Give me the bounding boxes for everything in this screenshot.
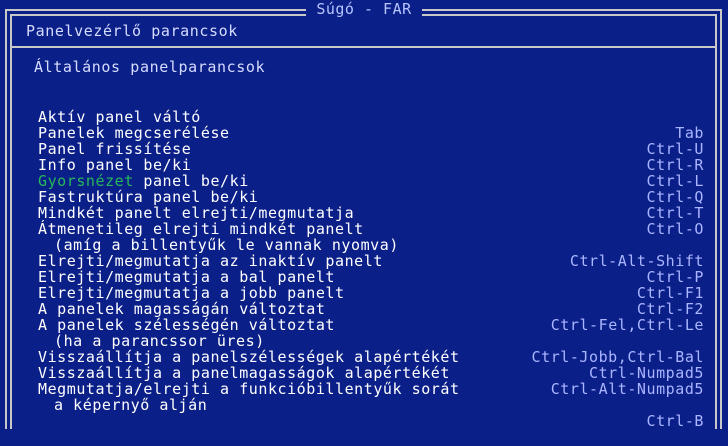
shortcut-key: Ctrl-B [646, 412, 704, 430]
shortcut-list: Aktív panel váltó Tab Panelek megcserélé… [38, 93, 704, 429]
shortcut-row: Elrejti/megmutatja a bal panelt Ctrl-F1 [38, 253, 704, 301]
shortcut-row: (ha a parancssor üres) Ctrl-Jobb,Ctrl-Ba… [38, 317, 704, 365]
shortcut-row: (amíg a billentyűk le vannak nyomva) Ctr… [38, 221, 704, 269]
shortcut-row: Panelek megcserélése Ctrl-U [38, 109, 704, 157]
window-title: Súgó - FAR [306, 0, 422, 18]
page-header: Panelvezérlő parancsok [26, 22, 238, 40]
section-title: Általános panelparancsok [34, 58, 266, 76]
shortcut-row: Elrejti/megmutatja az inaktív panelt Ctr… [38, 237, 704, 285]
shortcut-row: Elrejti/megmutatja a jobb panelt Ctrl-F2 [38, 269, 704, 317]
shortcut-row: Fastruktúra panel be/ki Ctrl-T [38, 173, 704, 221]
header-divider [12, 46, 715, 48]
shortcut-row: Gyorsnézet panel be/ki Ctrl-Q [38, 157, 704, 205]
shortcut-row: Átmenetileg elrejti mindkét panelt [38, 205, 704, 237]
shortcut-row: Visszaállítja a panelmagasságok alapérté… [38, 349, 704, 397]
shortcut-label: a képernyő alján [54, 396, 208, 414]
shortcut-row: A panelek szélességén változtat [38, 301, 704, 333]
shortcut-row: Megmutatja/elrejti a funkcióbillentyűk s… [38, 365, 704, 397]
shortcut-row: A panelek magasságán változtat Ctrl-Fel,… [38, 285, 704, 333]
shortcut-row: a képernyő alján Ctrl-B [38, 381, 704, 429]
shortcut-row: Aktív panel váltó Tab [38, 93, 704, 141]
window-title-bar: Súgó - FAR [0, 0, 728, 18]
shortcut-row: Visszaállítja a panelszélességek alapért… [38, 333, 704, 381]
shortcut-row: Mindkét panelt elrejti/megmutatja Ctrl-O [38, 189, 704, 237]
shortcut-row: Info panel be/ki Ctrl-L [38, 141, 704, 189]
shortcut-row: Panel frissítése Ctrl-R [38, 125, 704, 173]
help-window: Súgó - FAR Panelvezérlő parancsok Általá… [0, 0, 728, 429]
